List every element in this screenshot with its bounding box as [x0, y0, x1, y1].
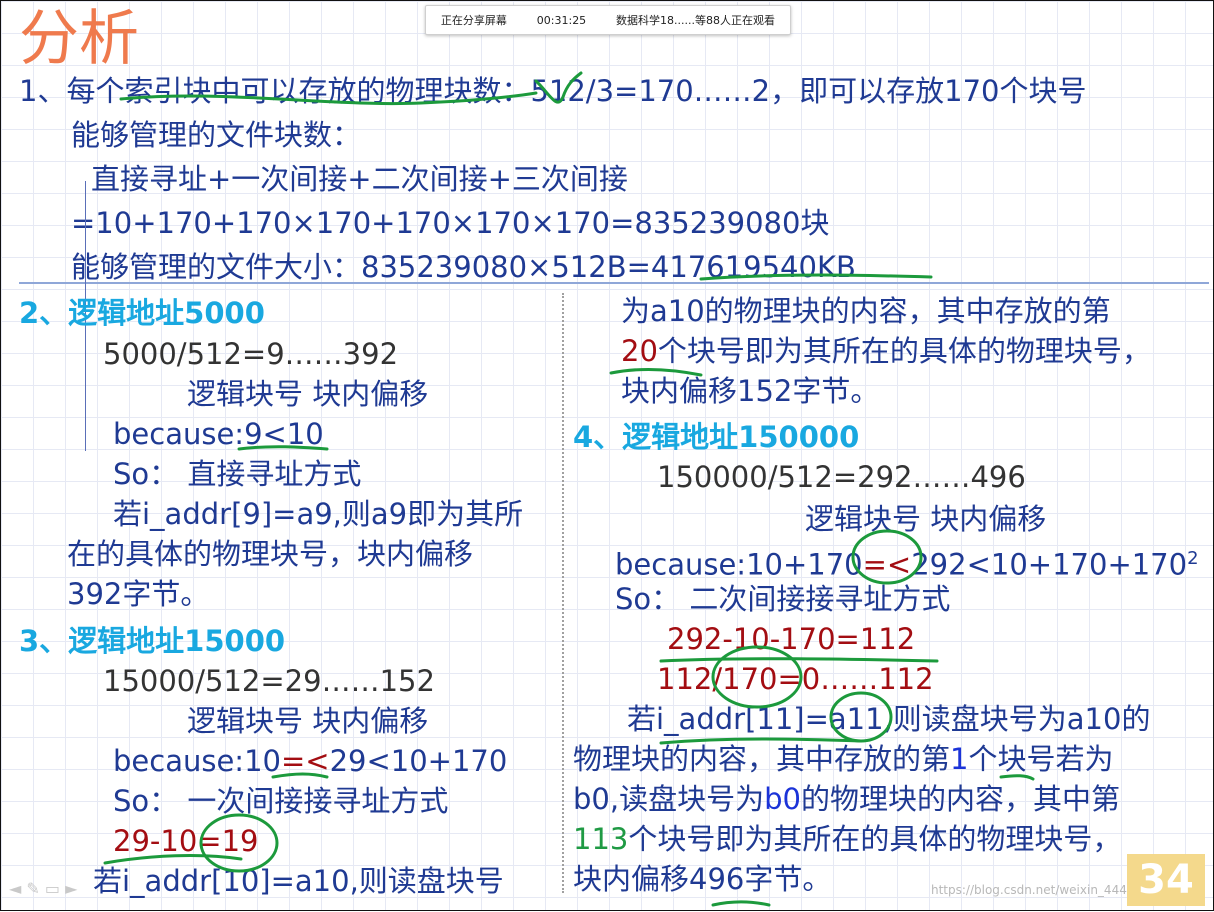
- p4-line4-rest: 个块号即为其所在的具体的物理块号，: [628, 822, 1122, 856]
- slide-title: 分析: [19, 4, 139, 74]
- p4-because-sup: 2: [1187, 548, 1199, 569]
- slideshow-controls[interactable]: ◄ ✎ ▭ ►: [9, 879, 77, 898]
- p4-labels: 逻辑块号 块内偏移: [805, 502, 1047, 536]
- p3-because-b: =<: [280, 744, 330, 778]
- col2-line1: 为a10的物理块的内容，其中存放的第: [621, 294, 1111, 328]
- col2-line2-rest: 个块号即为其所在的具体的物理块号，: [657, 334, 1151, 368]
- p4-line5: 块内偏移496字节。: [573, 862, 832, 896]
- page-number-badge: 34: [1127, 854, 1205, 906]
- p4-heading: 4、逻辑地址150000: [573, 420, 860, 454]
- p4-because-a: because:10+170: [615, 547, 863, 582]
- p3-calc: 15000/512=29……152: [103, 664, 435, 698]
- p3-because: because:10=<29<10+170: [113, 743, 507, 779]
- p4-so: So： 二次间接接寻址方式: [615, 582, 951, 616]
- p4-line4-green: 113: [573, 822, 629, 856]
- ink-underline-10: [711, 900, 771, 907]
- p2-calc: 5000/512=9……392: [103, 337, 399, 371]
- p3-line1: 若i_addr[10]=a10,则读盘块号: [93, 864, 504, 898]
- column-divider: [562, 293, 564, 893]
- p4-red1: 292-10-170=112: [667, 622, 916, 656]
- presentation-slide: 正在分享屏幕 00:31:25 数据科学18......等88人正在观看 分析 …: [0, 0, 1214, 911]
- col2-line3: 块内偏移152字节。: [621, 374, 880, 408]
- screen-share-bar: 正在分享屏幕 00:31:25 数据科学18......等88人正在观看: [425, 5, 791, 35]
- share-timer: 00:31:25: [536, 13, 587, 27]
- col2-line2-red: 20: [621, 334, 658, 368]
- p4-because: because:10+170=<292<10+170+1702: [615, 541, 1199, 583]
- p2-so: So： 直接寻址方式: [113, 457, 362, 491]
- p3-heading: 3、逻辑地址15000: [19, 624, 286, 658]
- p3-because-a: because:10: [113, 744, 281, 778]
- p4-line2-b: 个块号若为: [968, 742, 1114, 776]
- p4-line4: 113个块号即为其所在的具体的物理块号，: [573, 821, 1121, 857]
- p1-line5: 能够管理的文件大小：835239080×512B=417619540KB: [71, 250, 856, 284]
- p2-labels: 逻辑块号 块内偏移: [187, 377, 429, 411]
- p3-red-calc: 29-10=19: [113, 824, 259, 858]
- p4-red2: 112/170=0……112: [657, 662, 934, 696]
- p2-line2: 在的具体的物理块号，块内偏移: [67, 537, 474, 571]
- p1-line4: =10+170+170×170+170×170×170=835239080块: [71, 206, 830, 240]
- p4-line3-a: b0,读盘块号为: [573, 782, 765, 816]
- viewer-count: 数据科学18......等88人正在观看: [616, 14, 776, 27]
- p3-so: So： 一次间接接寻址方式: [113, 784, 449, 818]
- p4-line2-blue: 1: [950, 742, 969, 776]
- p4-because-b: =<: [862, 547, 912, 582]
- p4-line3-b: 的物理块的内容，其中第: [800, 782, 1120, 816]
- p4-line2-a: 物理块的内容，其中存放的第: [573, 742, 951, 776]
- share-status: 正在分享屏幕: [440, 14, 507, 27]
- p4-calc: 150000/512=292……496: [657, 460, 1026, 494]
- p1-line2: 能够管理的文件块数：: [71, 118, 362, 152]
- p4-line3: b0,读盘块号为b0的物理块的内容，其中第: [573, 781, 1120, 817]
- p2-heading: 2、逻辑地址5000: [19, 296, 265, 330]
- section-divider: [19, 282, 1209, 284]
- p2-line3: 392字节。: [67, 577, 210, 611]
- p4-line1: 若i_addr[11]=a11,则读盘块号为a10的: [627, 702, 1151, 736]
- p2-because: because:9<10: [113, 417, 324, 451]
- p2-line1: 若i_addr[9]=a9,则a9即为其所: [113, 497, 524, 531]
- p4-line3-blue: b0: [764, 782, 801, 816]
- col2-line2: 20个块号即为其所在的具体的物理块号，: [621, 333, 1151, 369]
- p4-line2: 物理块的内容，其中存放的第1个块号若为: [573, 741, 1113, 777]
- p1-line1: 1、每个索引块中可以存放的物理块数：512/3=170……2，即可以存放170个…: [19, 74, 1087, 108]
- p1-line3: 直接寻址+一次间接+二次间接+三次间接: [91, 162, 628, 196]
- p3-because-c: 29<10+170: [329, 744, 508, 778]
- p4-because-c: 292<10+170+170: [911, 547, 1188, 582]
- p3-labels: 逻辑块号 块内偏移: [187, 704, 429, 738]
